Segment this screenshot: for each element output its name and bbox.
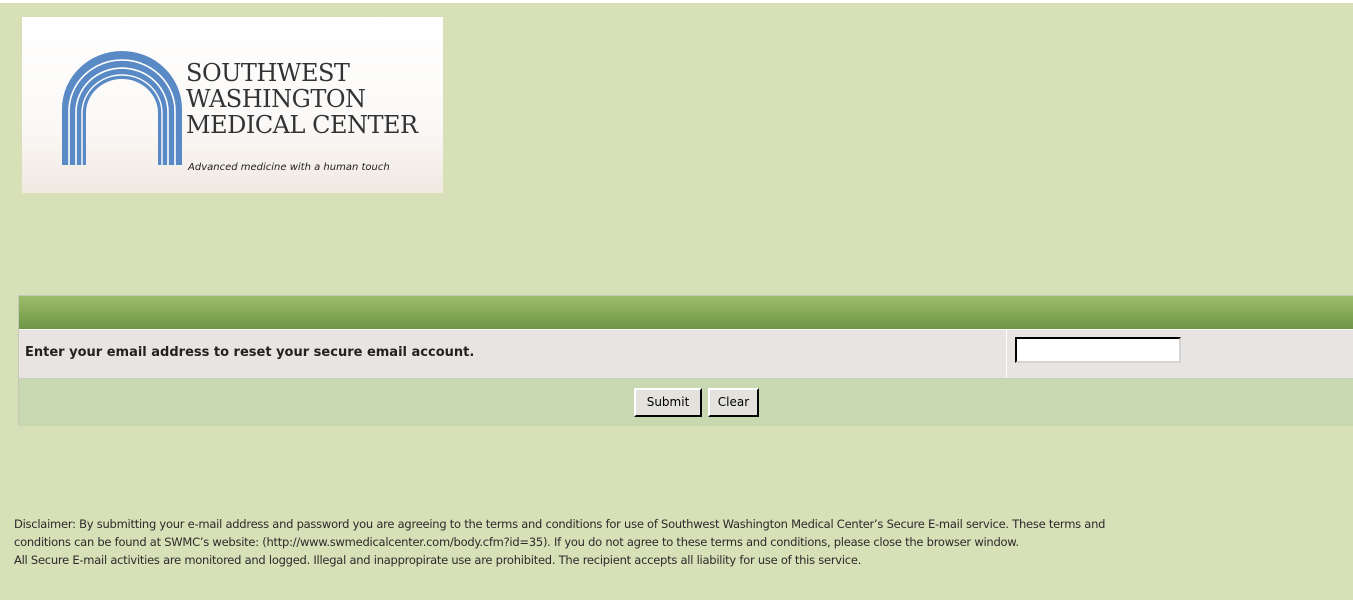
logo-tagline: Advanced medicine with a human touch (188, 162, 390, 173)
logo-text-line2: WASHINGTON (186, 85, 366, 113)
form-header-bar (19, 296, 1353, 329)
clear-button[interactable]: Clear (708, 388, 759, 417)
buttons-row: Submit Clear (19, 379, 1353, 426)
arches-icon (62, 51, 182, 165)
disclaimer-line2: conditions can be found at SWMC’s websit… (14, 535, 1019, 549)
cell-divider (1006, 330, 1007, 378)
page-background: SOUTHWEST WASHINGTON MEDICAL CENTER Adva… (0, 3, 1353, 600)
email-row: Enter your email address to reset your s… (19, 329, 1353, 379)
disclaimer: Disclaimer: By submitting your e-mail ad… (14, 515, 1350, 569)
logo: SOUTHWEST WASHINGTON MEDICAL CENTER Adva… (22, 17, 443, 193)
email-input[interactable] (1015, 337, 1181, 363)
disclaimer-line1: Disclaimer: By submitting your e-mail ad… (14, 517, 1106, 531)
submit-button[interactable]: Submit (634, 388, 702, 417)
email-prompt-label: Enter your email address to reset your s… (25, 345, 475, 360)
reset-form: Enter your email address to reset your s… (18, 295, 1353, 426)
logo-text-line1: SOUTHWEST (186, 59, 350, 87)
disclaimer-line3: All Secure E-mail activities are monitor… (14, 553, 862, 567)
logo-text-line3: MEDICAL CENTER (186, 111, 418, 139)
